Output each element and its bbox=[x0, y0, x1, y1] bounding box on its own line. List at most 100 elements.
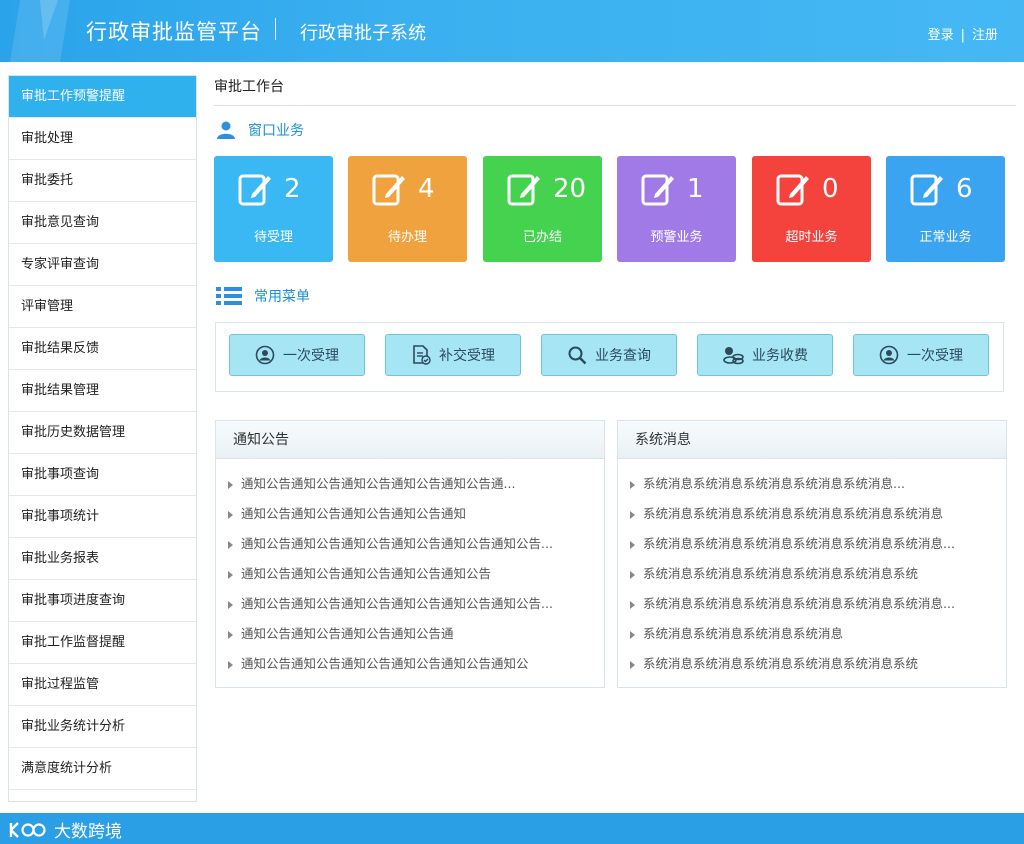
bullet-triangle-icon bbox=[228, 510, 233, 519]
bullet-triangle-icon bbox=[228, 600, 233, 609]
system-message-panel: 系统消息 系统消息系统消息系统消息系统消息系统消息... 系统消息系统消息系统消… bbox=[617, 420, 1007, 688]
notice-text: 通知公告通知公告通知公告通知公告通知公告 bbox=[241, 566, 492, 581]
bullet-triangle-icon bbox=[630, 660, 635, 669]
auth-links: 登录 | 注册 bbox=[928, 24, 998, 43]
sidebar-item-history-data[interactable]: 审批历史数据管理 bbox=[9, 412, 196, 454]
header-decoration-icon bbox=[10, 0, 70, 62]
notice-item[interactable]: 通知公告通知公告通知公告通知公告通知公告 bbox=[228, 563, 604, 593]
common-menu-box: 一次受理 补交受理 业务查询 业务收费 一次受理 bbox=[215, 322, 1004, 392]
button-label: 补交受理 bbox=[439, 348, 495, 364]
card-count: 2 bbox=[284, 174, 301, 204]
footer-bar: 大数跨境 bbox=[0, 813, 1024, 844]
system-message-item[interactable]: 系统消息系统消息系统消息系统消息系统消息... bbox=[630, 473, 1006, 503]
bullet-triangle-icon bbox=[630, 630, 635, 639]
sidebar-nav: 审批工作预警提醒 审批处理 审批委托 审批意见查询 专家评审查询 评审管理 审批… bbox=[8, 75, 197, 802]
sidebar-item-supervision-reminder[interactable]: 审批工作监督提醒 bbox=[9, 622, 196, 664]
window-business-title: 窗口业务 bbox=[248, 123, 304, 139]
sidebar-item-opinion-query[interactable]: 审批意见查询 bbox=[9, 202, 196, 244]
card-warning-business[interactable]: 1 预警业务 bbox=[617, 156, 736, 262]
list-icon bbox=[216, 287, 242, 305]
once-accept-button-2[interactable]: 一次受理 bbox=[853, 334, 989, 376]
sidebar-item-approval-delegation[interactable]: 审批委托 bbox=[9, 160, 196, 202]
notice-item[interactable]: 通知公告通知公告通知公告通知公告通知公告通知公告... bbox=[228, 593, 604, 623]
card-count-row: 6 bbox=[910, 172, 973, 206]
register-link[interactable]: 注册 bbox=[972, 28, 998, 43]
watermark-logo-icon bbox=[9, 821, 46, 838]
sidebar-item-result-feedback[interactable]: 审批结果反馈 bbox=[9, 328, 196, 370]
card-pending-accept[interactable]: 2 待受理 bbox=[214, 156, 333, 262]
card-count-row: 4 bbox=[372, 172, 435, 206]
card-completed[interactable]: 20 已办结 bbox=[483, 156, 602, 262]
notice-text: 通知公告通知公告通知公告通知公告通知公告通... bbox=[241, 476, 516, 491]
card-count-row: 2 bbox=[238, 172, 301, 206]
title-divider bbox=[275, 18, 276, 40]
notice-item[interactable]: 通知公告通知公告通知公告通知公告通知公告通知公告... bbox=[228, 533, 604, 563]
card-label: 正常业务 bbox=[919, 230, 972, 245]
page-title: 审批工作台 bbox=[214, 70, 1016, 106]
notice-item[interactable]: 通知公告通知公告通知公告通知公告通知公告通... bbox=[228, 473, 604, 503]
subsystem-title: 行政审批子系统 bbox=[300, 23, 426, 44]
once-accept-button[interactable]: 一次受理 bbox=[229, 334, 365, 376]
sidebar-item-result-management[interactable]: 审批结果管理 bbox=[9, 370, 196, 412]
coins-icon bbox=[722, 345, 744, 365]
bullet-triangle-icon bbox=[630, 510, 635, 519]
card-normal-business[interactable]: 6 正常业务 bbox=[886, 156, 1005, 262]
system-message-item[interactable]: 系统消息系统消息系统消息系统消息系统消息系统消息... bbox=[630, 593, 1006, 623]
person-circle-icon bbox=[255, 345, 275, 365]
button-label: 业务收费 bbox=[752, 348, 808, 364]
notice-text: 通知公告通知公告通知公告通知公告通知公告通知公告... bbox=[241, 536, 553, 551]
system-message-item[interactable]: 系统消息系统消息系统消息系统消息系统消息系统 bbox=[630, 563, 1006, 593]
sidebar-item-satisfaction-analysis[interactable]: 满意度统计分析 bbox=[9, 748, 196, 790]
notice-item[interactable]: 通知公告通知公告通知公告通知公告通知公告通知公 bbox=[228, 653, 604, 683]
system-message-text: 系统消息系统消息系统消息系统消息系统消息系统 bbox=[643, 656, 919, 671]
notice-text: 通知公告通知公告通知公告通知公告通知 bbox=[241, 506, 467, 521]
card-pending-process[interactable]: 4 待办理 bbox=[348, 156, 467, 262]
business-fee-button[interactable]: 业务收费 bbox=[697, 334, 833, 376]
card-timeout-business[interactable]: 0 超时业务 bbox=[752, 156, 871, 262]
sidebar-item-matter-statistics[interactable]: 审批事项统计 bbox=[9, 496, 196, 538]
watermark: 大数跨境 bbox=[8, 817, 122, 842]
sidebar-item-expert-review-query[interactable]: 专家评审查询 bbox=[9, 244, 196, 286]
login-link[interactable]: 登录 bbox=[928, 28, 954, 43]
card-label: 待办理 bbox=[387, 230, 427, 245]
card-count: 6 bbox=[956, 174, 973, 204]
notice-item[interactable]: 通知公告通知公告通知公告通知公告通知 bbox=[228, 503, 604, 533]
sidebar-item-business-analysis[interactable]: 审批业务统计分析 bbox=[9, 706, 196, 748]
edit-icon bbox=[238, 174, 271, 206]
notice-item[interactable]: 通知公告通知公告通知公告通知公告通 bbox=[228, 623, 604, 653]
edit-icon bbox=[910, 174, 943, 206]
card-label: 已办结 bbox=[522, 230, 562, 245]
edit-icon bbox=[372, 174, 405, 206]
system-message-text: 系统消息系统消息系统消息系统消息系统消息系统消息... bbox=[643, 536, 955, 551]
bullet-triangle-icon bbox=[630, 540, 635, 549]
common-menu-title: 常用菜单 bbox=[254, 289, 310, 305]
card-count-row: 0 bbox=[776, 172, 839, 206]
sidebar-item-approval-processing[interactable]: 审批处理 bbox=[9, 118, 196, 160]
system-message-item[interactable]: 系统消息系统消息系统消息系统消息系统消息系统消息 bbox=[630, 503, 1006, 533]
bullet-triangle-icon bbox=[228, 570, 233, 579]
supplement-accept-button[interactable]: 补交受理 bbox=[385, 334, 521, 376]
notice-text: 通知公告通知公告通知公告通知公告通 bbox=[241, 626, 454, 641]
business-cards: 2 待受理 4 待办理 20 已办结 1 预警业务 0 超时业务 6 正常业务 bbox=[214, 156, 1006, 262]
notice-panel-title: 通知公告 bbox=[216, 421, 604, 459]
sidebar-item-approval-warning[interactable]: 审批工作预警提醒 bbox=[9, 76, 196, 118]
system-message-item[interactable]: 系统消息系统消息系统消息系统消息系统消息系统 bbox=[630, 653, 1006, 683]
system-message-item[interactable]: 系统消息系统消息系统消息系统消息系统消息系统消息... bbox=[630, 533, 1006, 563]
sidebar-item-business-report[interactable]: 审批业务报表 bbox=[9, 538, 196, 580]
notice-text: 通知公告通知公告通知公告通知公告通知公告通知公 bbox=[241, 656, 529, 671]
user-icon bbox=[217, 121, 235, 139]
button-label: 一次受理 bbox=[907, 348, 963, 364]
edit-icon bbox=[641, 174, 674, 206]
platform-title: 行政审批监管平台 bbox=[86, 20, 262, 44]
sidebar-item-progress-query[interactable]: 审批事项进度查询 bbox=[9, 580, 196, 622]
bullet-triangle-icon bbox=[228, 660, 233, 669]
card-count: 20 bbox=[553, 174, 587, 204]
edit-icon bbox=[776, 174, 809, 206]
sidebar-item-process-supervision[interactable]: 审批过程监管 bbox=[9, 664, 196, 706]
card-label: 预警业务 bbox=[650, 230, 703, 245]
business-query-button[interactable]: 业务查询 bbox=[541, 334, 677, 376]
sidebar-item-review-management[interactable]: 评审管理 bbox=[9, 286, 196, 328]
sidebar-item-matter-query[interactable]: 审批事项查询 bbox=[9, 454, 196, 496]
system-message-item[interactable]: 系统消息系统消息系统消息系统消息 bbox=[630, 623, 1006, 653]
bullet-triangle-icon bbox=[630, 600, 635, 609]
